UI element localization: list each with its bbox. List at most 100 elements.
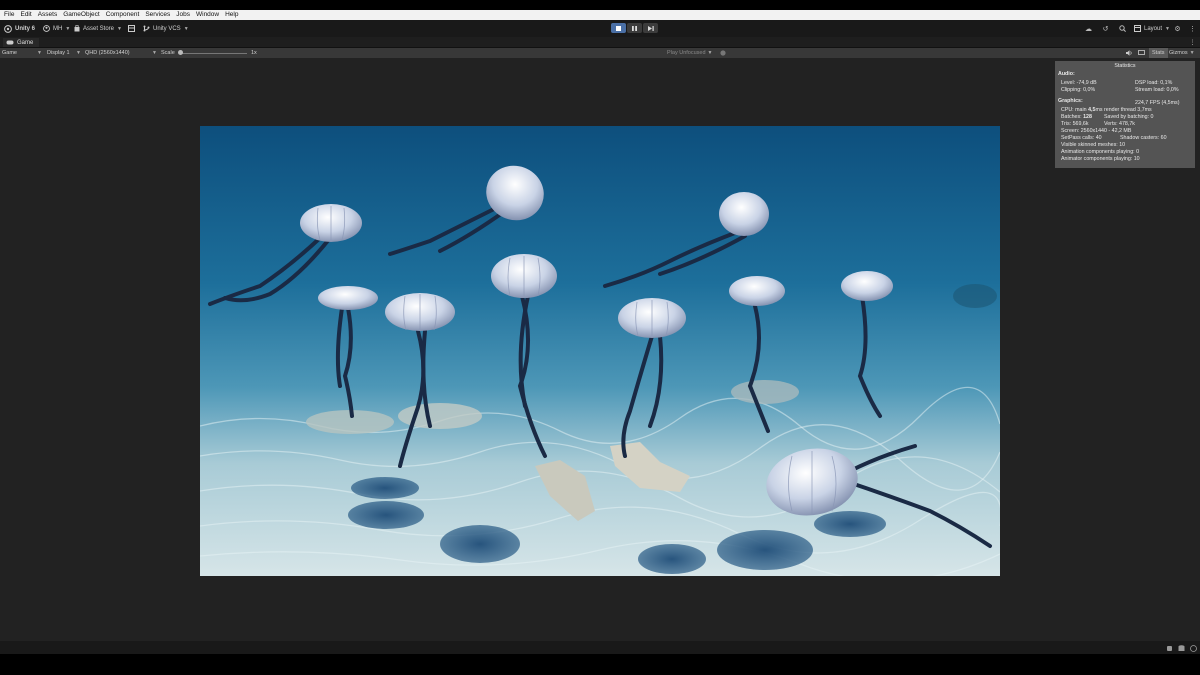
game-window-tab-bar: Game ⋮	[0, 37, 1200, 48]
menu-file[interactable]: File	[4, 10, 14, 20]
menu-services[interactable]: Services	[145, 10, 170, 20]
graphics-setpass: SetPass calls: 40	[1061, 135, 1102, 141]
graphics-animation-components: Animation components playing: 0	[1061, 149, 1140, 155]
step-icon	[647, 25, 654, 31]
cpu-suffix: ms render thread 3,7ms	[1095, 107, 1152, 113]
display-settings-icon[interactable]	[1138, 48, 1145, 58]
play-focus-dropdown[interactable]: Play Unfocused ▼	[667, 48, 712, 58]
stats-toggle-button[interactable]: Stats	[1149, 48, 1168, 58]
mute-toggle[interactable]	[720, 48, 726, 58]
screen-letterbox-top	[0, 0, 1200, 10]
menu-edit[interactable]: Edit	[20, 10, 31, 20]
settings-gear-icon[interactable]: ⚙	[1173, 24, 1182, 33]
branch-icon	[143, 25, 150, 32]
cpu-prefix: CPU: main	[1061, 107, 1089, 113]
speaker-icon[interactable]	[1126, 48, 1133, 58]
audio-dsp-load: DSP load: 0,1%	[1135, 80, 1173, 86]
resolution-dropdown[interactable]: QHD (2560x1440) ▼	[85, 48, 157, 58]
graphics-cpu: CPU: main 4,5ms render thread 3,7ms	[1061, 107, 1152, 113]
audio-header: Audio:	[1058, 71, 1075, 77]
play-focus-label: Play Unfocused	[667, 50, 706, 56]
graphics-screen: Screen: 2560x1440 - 42,2 MB	[1061, 128, 1132, 134]
scale-slider-track[interactable]	[181, 53, 247, 54]
view-mode-label: Game	[2, 50, 17, 56]
audio-clipping: Clipping: 0,0%	[1061, 87, 1096, 93]
vcs-label: Unity VCS	[153, 25, 181, 32]
user-circle-icon	[43, 25, 50, 32]
display-label: Display 1	[47, 50, 70, 56]
resolution-label: QHD (2560x1440)	[85, 50, 130, 56]
pause-button[interactable]	[627, 23, 642, 33]
layout-icon	[1134, 25, 1141, 32]
tab-more-icon[interactable]: ⋮	[1188, 38, 1197, 47]
chevron-down-icon: ▼	[37, 50, 42, 56]
menu-bar: File Edit Assets GameObject Component Se…	[0, 10, 1200, 20]
statistics-panel: Statistics Audio: Level: -74,9 dB DSP lo…	[1055, 61, 1195, 168]
menu-gameobject[interactable]: GameObject	[63, 10, 100, 20]
debug-icon[interactable]	[1165, 644, 1174, 653]
status-bar	[0, 641, 1200, 654]
notifications-icon[interactable]	[1189, 644, 1198, 653]
scale-value: 1x	[251, 50, 257, 56]
graphics-tris: Tris: 569,6k	[1061, 121, 1089, 127]
menu-component[interactable]: Component	[106, 10, 140, 20]
history-icon[interactable]: ↺	[1101, 24, 1110, 33]
tab-game-label: Game	[17, 39, 34, 46]
circle-toggle-icon	[720, 50, 726, 56]
unity-logo-icon	[4, 24, 12, 33]
asset-store-label: Asset Store	[83, 25, 115, 32]
cloud-icon[interactable]: ☁	[1084, 24, 1093, 33]
menu-window[interactable]: Window	[196, 10, 219, 20]
pause-icon	[632, 25, 637, 31]
chevron-down-icon: ▼	[183, 25, 189, 32]
user-initials: MH	[53, 25, 63, 32]
chevron-down-icon: ▼	[117, 25, 122, 32]
menu-assets[interactable]: Assets	[38, 10, 58, 20]
graphics-batches: Batches: 128	[1061, 114, 1092, 120]
tab-game[interactable]: Game	[3, 38, 40, 47]
gizmos-dropdown[interactable]: Gizmos ▼	[1169, 48, 1195, 58]
graphics-verts: Verts: 478,7k	[1104, 121, 1135, 127]
version-control-dropdown[interactable]: Unity VCS ▼	[143, 24, 189, 33]
asset-store-dropdown[interactable]: Asset Store ▼	[74, 24, 122, 33]
chevron-down-icon: ▼	[707, 50, 713, 56]
step-button[interactable]	[643, 23, 658, 33]
graphics-fps: 224,7 FPS (4,5ms)	[1135, 100, 1180, 106]
database-icon[interactable]	[1177, 644, 1186, 653]
screen-letterbox-bottom	[0, 654, 1200, 675]
batches-prefix: Batches:	[1061, 114, 1084, 120]
stop-icon	[616, 25, 621, 31]
graphics-skinned-meshes: Visible skinned meshes: 10	[1061, 142, 1126, 148]
chevron-down-icon: ▼	[1189, 50, 1195, 56]
view-mode-dropdown[interactable]: Game ▼	[2, 48, 42, 58]
search-icon[interactable]	[1118, 24, 1127, 33]
stats-title: Statistics	[1114, 63, 1136, 69]
more-options-icon[interactable]: ⋮	[1188, 24, 1197, 33]
layout-dropdown[interactable]: Layout ▼	[1134, 24, 1170, 33]
audio-stream-load: Stream load: 0,0%	[1135, 87, 1179, 93]
graphics-animator-components: Animator components playing: 10	[1061, 156, 1140, 162]
package-manager-button[interactable]	[128, 24, 135, 33]
chevron-down-icon: ▼	[152, 50, 157, 56]
chevron-down-icon: ▼	[1165, 25, 1170, 32]
chevron-down-icon: ▼	[65, 25, 71, 32]
display-dropdown[interactable]: Display 1 ▼	[47, 48, 81, 58]
play-button[interactable]	[611, 23, 626, 33]
menu-help[interactable]: Help	[225, 10, 238, 20]
game-view-controls: Game ▼ Display 1 ▼ QHD (2560x1440) ▼ Sca…	[0, 48, 1200, 58]
stats-button-label: Stats	[1152, 50, 1165, 56]
user-account-dropdown[interactable]: MH ▼	[43, 24, 70, 33]
unity-account-button[interactable]: Unity 6	[4, 24, 35, 33]
audio-level: Level: -74,9 dB	[1061, 80, 1097, 86]
scale-slider-handle[interactable]	[178, 50, 183, 55]
gizmos-label: Gizmos	[1169, 50, 1188, 56]
batches-value: 128	[1083, 114, 1092, 120]
graphics-saved-batching: Saved by batching: 0	[1104, 114, 1154, 120]
layout-label: Layout	[1144, 25, 1163, 32]
package-icon	[128, 25, 135, 32]
chevron-down-icon: ▼	[76, 50, 81, 56]
main-toolbar: Unity 6 MH ▼ Asset Store ▼ Unity VCS ▼ ☁…	[0, 20, 1200, 37]
shopping-bag-icon	[74, 25, 80, 32]
gamepad-icon	[6, 40, 14, 45]
menu-jobs[interactable]: Jobs	[176, 10, 190, 20]
